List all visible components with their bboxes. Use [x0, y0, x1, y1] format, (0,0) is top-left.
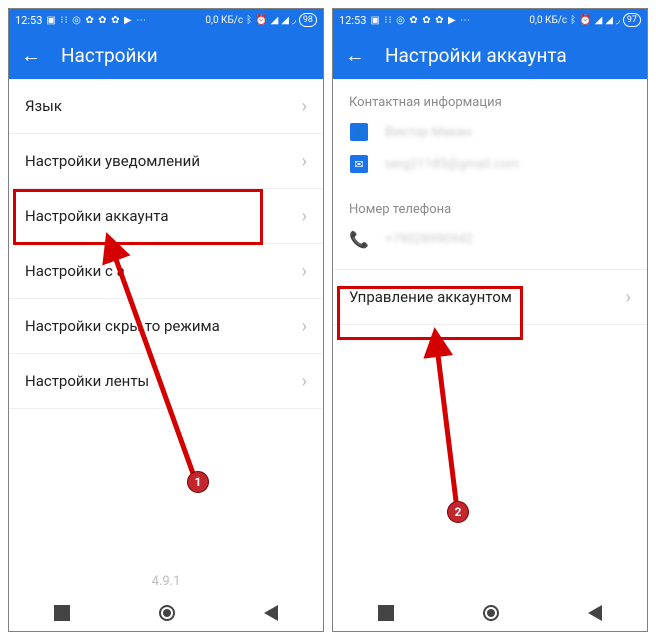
contact-email: serg21185@gmail.com: [385, 157, 520, 172]
phone-left: 12:53 ▣ ⁝⁝ ◎ ✿ ✿ ✿ ▶ ⋯ 0,0 КБ/с ᛒ ⏰ ◢ ◢ …: [8, 8, 324, 632]
status-net: 0,0 КБ/с: [205, 15, 243, 26]
nav-back-icon[interactable]: [264, 605, 278, 621]
item-label: Настройки с а: [25, 262, 125, 280]
item-label: Язык: [25, 97, 62, 115]
nav-recents-icon[interactable]: [54, 605, 70, 621]
signal-icon: ◢: [271, 15, 279, 26]
status-bar: 12:53 ▣ ⁝⁝ ◎ ✿ ✿ ✿ ▶ ⋯ 0,0 КБ/с ᛒ ⏰ ◢ ◢ …: [333, 9, 647, 31]
settings-item-language[interactable]: Язык ›: [9, 79, 323, 134]
status-bar: 12:53 ▣ ⁝⁝ ◎ ✿ ✿ ✿ ▶ ⋯ 0,0 КБ/с ᛒ ⏰ ◢ ◢ …: [9, 9, 323, 31]
alarm-icon: ⏰: [255, 15, 267, 26]
phone-right: 12:53 ▣ ⁝⁝ ◎ ✿ ✿ ✿ ▶ ⋯ 0,0 КБ/с ᛒ ⏰ ◢ ◢ …: [332, 8, 648, 632]
nav-bar: [9, 595, 323, 631]
phone-row: 📞 +79028990942: [333, 223, 647, 255]
email-icon: ✉: [349, 154, 369, 174]
nav-home-icon[interactable]: [159, 605, 175, 621]
signal-icon: ◢: [281, 15, 289, 26]
contact-name-row: 👤 Виктор Макин: [333, 116, 647, 148]
section-phone: Номер телефона: [333, 180, 647, 223]
status-icons-left: ▣ ⁝⁝ ◎ ✿ ✿ ✿ ▶ ⋯: [46, 15, 147, 26]
wifi-icon: ◞: [292, 15, 296, 26]
chevron-right-icon: ›: [302, 261, 307, 282]
settings-item-4[interactable]: Настройки с а ›: [9, 244, 323, 299]
item-label: Настройки скры то режима: [25, 317, 220, 335]
step-badge: 2: [447, 501, 469, 523]
signal-icon: ◢: [605, 15, 613, 26]
chevron-right-icon: ›: [302, 316, 307, 337]
chevron-right-icon: ›: [302, 151, 307, 172]
signal-icon: ◢: [595, 15, 603, 26]
chevron-right-icon: ›: [302, 371, 307, 392]
section-contact-info: Контактная информация: [333, 79, 647, 116]
back-icon[interactable]: ←: [345, 43, 365, 68]
settings-item-feed[interactable]: Настройки ленты ›: [9, 354, 323, 409]
step-badge: 1: [187, 471, 209, 493]
nav-recents-icon[interactable]: [378, 605, 394, 621]
item-label: Настройки уведомлений: [25, 152, 200, 170]
battery-icon: 97: [623, 13, 641, 27]
app-bar: ← Настройки аккаунта: [333, 31, 647, 79]
version-label: 4.9.1: [9, 574, 323, 589]
back-icon[interactable]: ←: [21, 43, 41, 68]
phone-icon: 📞: [349, 229, 369, 249]
contact-email-row: ✉ serg21185@gmail.com: [333, 148, 647, 180]
item-label: Настройки ленты: [25, 372, 149, 390]
chevron-right-icon: ›: [626, 287, 631, 308]
content: Контактная информация 👤 Виктор Макин ✉ s…: [333, 79, 647, 631]
nav-home-icon[interactable]: [483, 605, 499, 621]
app-bar: ← Настройки: [9, 31, 323, 79]
bluetooth-icon: ᛒ: [246, 15, 252, 26]
phone-number: +79028990942: [385, 232, 473, 247]
item-label: Управление аккаунтом: [349, 288, 512, 306]
status-icons-left: ▣ ⁝⁝ ◎ ✿ ✿ ✿ ▶ ⋯: [370, 15, 471, 26]
status-time: 12:53: [339, 14, 366, 27]
bluetooth-icon: ᛒ: [570, 15, 576, 26]
manage-account-item[interactable]: Управление аккаунтом ›: [333, 269, 647, 325]
chevron-right-icon: ›: [302, 206, 307, 227]
alarm-icon: ⏰: [579, 15, 591, 26]
person-icon: 👤: [349, 122, 369, 142]
wifi-icon: ◞: [616, 15, 620, 26]
nav-bar: [333, 595, 647, 631]
contact-name: Виктор Макин: [385, 125, 472, 140]
settings-item-notifications[interactable]: Настройки уведомлений ›: [9, 134, 323, 189]
battery-icon: 98: [299, 13, 317, 27]
content: Язык › Настройки уведомлений › Настройки…: [9, 79, 323, 631]
status-net: 0,0 КБ/с: [529, 15, 567, 26]
item-label: Настройки аккаунта: [25, 207, 168, 225]
chevron-right-icon: ›: [302, 96, 307, 117]
app-bar-title: Настройки: [61, 44, 158, 67]
nav-back-icon[interactable]: [588, 605, 602, 621]
status-time: 12:53: [15, 14, 42, 27]
settings-item-5[interactable]: Настройки скры то режима ›: [9, 299, 323, 354]
app-bar-title: Настройки аккаунта: [385, 44, 567, 67]
settings-item-account[interactable]: Настройки аккаунта ›: [9, 189, 323, 244]
